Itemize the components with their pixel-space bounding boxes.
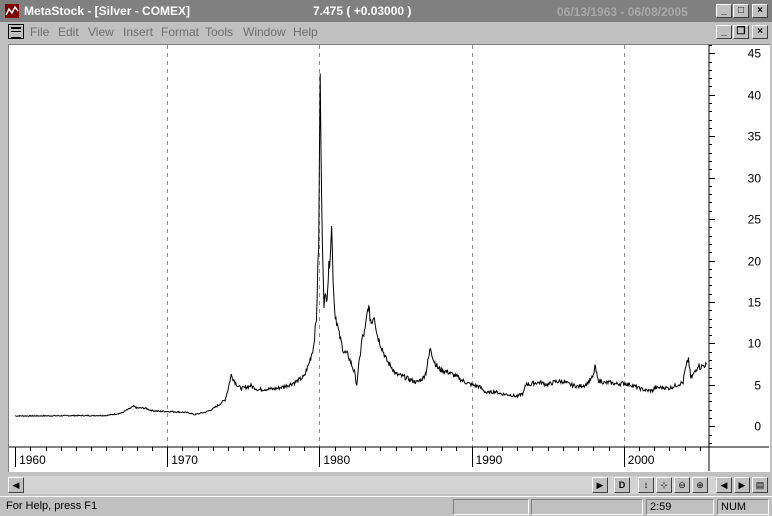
daily-periodicity-button[interactable]: D xyxy=(614,477,630,493)
y-axis: 0 5 10 15 20 25 30 35 40 45 xyxy=(709,45,762,444)
y-tick-label-40: 40 xyxy=(748,89,762,103)
window-title: MetaStock - [Silver - COMEX] xyxy=(24,4,191,18)
horizontal-scrollbar[interactable]: ◀ ▶ xyxy=(8,476,716,494)
status-time: 2:59 xyxy=(646,499,714,515)
y-tick-label-25: 25 xyxy=(748,213,762,227)
menu-bar: File Edit View Insert Format Tools Windo… xyxy=(0,22,772,42)
price-line-layer xyxy=(15,73,708,418)
x-tick-label-1970: 1970 xyxy=(171,453,198,467)
price-readout: 7.475 ( +0.03000 ) xyxy=(313,4,412,18)
silver-price-line xyxy=(15,73,708,418)
title-bar: MetaStock - [Silver - COMEX] 7.475 ( +0.… xyxy=(0,0,772,22)
zoom-out-button[interactable]: ⊖ xyxy=(674,477,690,493)
document-control-icon[interactable] xyxy=(8,24,24,39)
status-panel-1 xyxy=(453,499,529,515)
status-panel-2 xyxy=(531,499,643,515)
minimize-button[interactable]: _ xyxy=(716,4,732,18)
status-num: NUM xyxy=(717,499,769,515)
x-axis: 1960 1970 1980 1990 2000 xyxy=(15,447,701,467)
menu-view[interactable]: View xyxy=(88,25,114,39)
page-right-button[interactable]: ▶ xyxy=(734,477,750,493)
y-tick-label-5: 5 xyxy=(754,379,761,393)
metastock-app-icon[interactable] xyxy=(4,3,20,19)
menu-format[interactable]: Format xyxy=(161,25,199,39)
y-tick-label-15: 15 xyxy=(748,296,762,310)
menu-help[interactable]: Help xyxy=(293,25,318,39)
x-tick-label-1980: 1980 xyxy=(323,453,350,467)
y-tick-label-20: 20 xyxy=(748,255,762,269)
menu-edit[interactable]: Edit xyxy=(58,25,79,39)
menu-window[interactable]: Window xyxy=(243,25,286,39)
doc-restore-button[interactable]: ❐ xyxy=(733,25,749,39)
zoom-in-button[interactable]: ⊕ xyxy=(692,477,708,493)
page-left-button[interactable]: ◀ xyxy=(716,477,732,493)
maximize-button[interactable]: □ xyxy=(733,4,749,18)
chart-frame: 0 5 10 15 20 25 30 35 40 45 1960 1970 1980 1990 2000 xyxy=(8,44,770,472)
y-tick-label-35: 35 xyxy=(748,130,762,144)
menu-file[interactable]: File xyxy=(30,25,49,39)
vertical-scale-button[interactable]: ↕ xyxy=(638,477,654,493)
scroll-left-button[interactable]: ◀ xyxy=(8,477,24,493)
scroll-right-button[interactable]: ▶ xyxy=(592,477,608,493)
status-bar: For Help, press F1 2:59 NUM xyxy=(0,496,772,516)
y-tick-label-10: 10 xyxy=(748,337,762,351)
doc-close-button[interactable]: × xyxy=(752,25,768,39)
date-range: 06/13/1963 - 06/08/2005 xyxy=(557,5,688,19)
crosshair-button[interactable]: ⊹ xyxy=(656,477,672,493)
status-help-text: For Help, press F1 xyxy=(6,500,98,512)
close-button[interactable]: × xyxy=(752,4,768,18)
x-tick-label-2000: 2000 xyxy=(628,453,655,467)
price-chart[interactable]: 0 5 10 15 20 25 30 35 40 45 1960 1970 1980 1990 2000 xyxy=(9,45,769,471)
doc-minimize-button[interactable]: _ xyxy=(716,25,732,39)
menu-insert[interactable]: Insert xyxy=(123,25,153,39)
x-tick-label-1960: 1960 xyxy=(19,453,46,467)
menu-tools[interactable]: Tools xyxy=(205,25,233,39)
y-tick-label-0: 0 xyxy=(754,420,761,434)
x-tick-label-1990: 1990 xyxy=(476,453,503,467)
chart-grid xyxy=(167,45,625,447)
y-tick-label-30: 30 xyxy=(748,172,762,186)
y-tick-label-45: 45 xyxy=(748,47,762,61)
chart-menu-button[interactable]: ▤ xyxy=(752,477,768,493)
